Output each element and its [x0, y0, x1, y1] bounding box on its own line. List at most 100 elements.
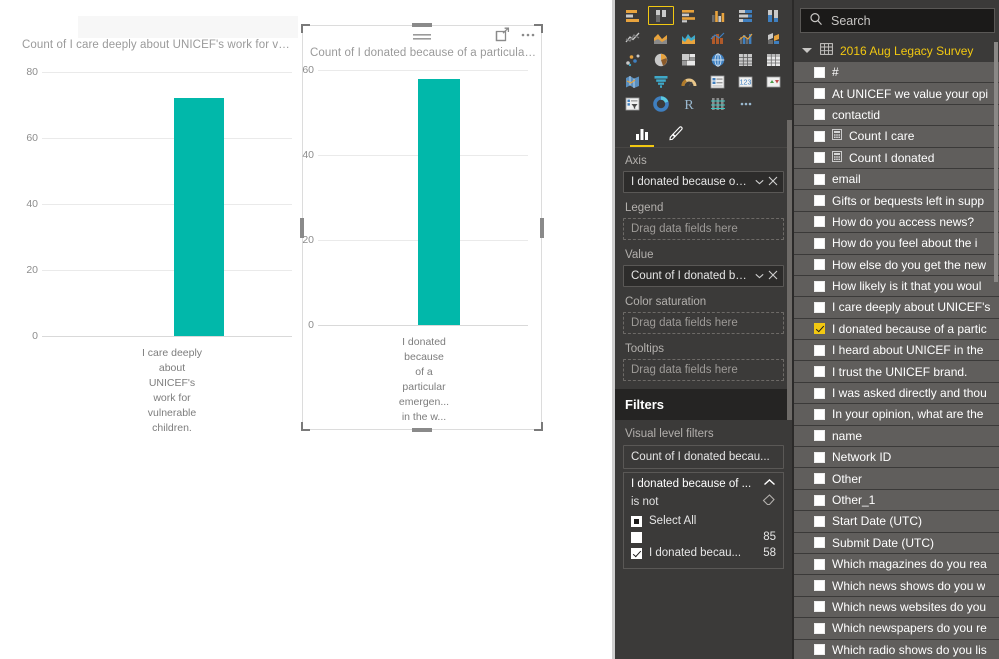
field-checkbox[interactable] [814, 601, 825, 613]
well-value[interactable]: Count of I donated be... [623, 265, 784, 287]
visual-filter-icon[interactable] [410, 28, 434, 46]
field-checkbox[interactable] [814, 152, 825, 164]
field-checkbox[interactable] [814, 216, 825, 228]
tab-format[interactable] [659, 120, 693, 147]
field-row[interactable]: Count I donated [794, 147, 999, 168]
filter-value-row[interactable]: 85 [631, 529, 776, 545]
field-row[interactable]: How else do you get the new [794, 254, 999, 275]
field-wells[interactable]: Axis I donated because of ... Legend Drag d… [615, 148, 792, 385]
remove-field-icon[interactable] [766, 176, 779, 189]
field-checkbox[interactable] [814, 366, 825, 378]
focus-mode-icon[interactable] [495, 27, 510, 47]
field-checkbox[interactable] [814, 537, 825, 549]
funnel-icon[interactable] [648, 72, 673, 91]
card-icon[interactable]: 123 [733, 72, 758, 91]
field-row[interactable]: Which radio shows do you lis [794, 639, 999, 659]
chevron-down-icon[interactable] [753, 271, 766, 282]
visual-count-i-donated[interactable]: Count of I donated because of a particul… [300, 23, 544, 432]
area-chart-icon[interactable] [648, 28, 673, 47]
field-checkbox[interactable] [814, 430, 825, 442]
field-checkbox[interactable] [814, 130, 825, 142]
hundred-percent-stacked-column-chart-icon[interactable] [762, 6, 787, 25]
field-row[interactable]: I donated because of a partic [794, 318, 999, 340]
field-row[interactable]: In your opinion, what are the [794, 404, 999, 425]
tab-fields[interactable] [625, 120, 659, 147]
multi-row-card-icon[interactable] [705, 72, 730, 91]
field-row[interactable]: Gifts or bequests left in supp [794, 190, 999, 211]
hundred-percent-stacked-bar-chart-icon[interactable] [733, 6, 758, 25]
filter-card-count-of-i-donated[interactable]: Count of I donated becau... [623, 445, 784, 469]
resize-handle-right[interactable] [540, 217, 544, 238]
pie-chart-icon[interactable] [648, 50, 673, 69]
field-row[interactable]: How do you access news? [794, 211, 999, 233]
field-checkbox[interactable] [814, 473, 825, 485]
resize-handle-bottom[interactable] [412, 428, 432, 432]
field-row[interactable]: Which news websites do you [794, 596, 999, 618]
line-and-stacked-column-chart-icon[interactable] [705, 28, 730, 47]
well-color-saturation[interactable]: Drag data fields here [623, 312, 784, 334]
field-row[interactable]: I care deeply about UNICEF's [794, 297, 999, 318]
field-row[interactable]: How likely is it that you woul [794, 275, 999, 297]
stacked-bar-chart-icon[interactable] [620, 6, 645, 25]
field-checkbox[interactable] [814, 451, 825, 463]
field-checkbox[interactable] [814, 644, 825, 656]
more-options-ellipsis-icon[interactable] [520, 28, 536, 47]
field-checkbox[interactable] [814, 323, 825, 335]
visualizations-pane-tabs[interactable] [615, 117, 792, 148]
matrix-icon[interactable] [762, 50, 787, 69]
field-checkbox[interactable] [814, 195, 825, 207]
field-row[interactable]: Which newspapers do you re [794, 618, 999, 639]
field-checkbox[interactable] [814, 88, 825, 100]
field-row[interactable]: Which news shows do you w [794, 575, 999, 596]
visualization-type-gallery[interactable]: 123 R [615, 0, 792, 117]
field-row[interactable]: I was asked directly and thou [794, 382, 999, 404]
eraser-clear-filter-icon[interactable] [762, 494, 776, 509]
fields-pane-scrollbar[interactable] [993, 42, 999, 659]
expanded-triangle-icon[interactable] [802, 48, 812, 53]
resize-handle-top-left[interactable] [301, 24, 310, 33]
filled-map-icon[interactable] [620, 72, 645, 91]
field-row[interactable]: I trust the UNICEF brand. [794, 361, 999, 382]
bar-chart-care[interactable] [174, 98, 224, 336]
filter-checkbox[interactable] [631, 547, 642, 559]
gauge-icon[interactable] [677, 72, 702, 91]
more-visuals-ellipsis-icon[interactable] [733, 94, 758, 113]
treemap-icon[interactable] [677, 50, 702, 69]
python-visual-icon[interactable] [705, 94, 730, 113]
field-row[interactable]: email [794, 168, 999, 190]
field-row[interactable]: Count I care [794, 126, 999, 147]
field-checkbox[interactable] [814, 408, 825, 420]
field-checkbox[interactable] [814, 259, 825, 271]
ribbon-chart-icon[interactable] [762, 28, 787, 47]
field-row[interactable]: Other_1 [794, 489, 999, 511]
field-row[interactable]: Submit Date (UTC) [794, 532, 999, 553]
filter-group-i-donated[interactable]: I donated because of ... is not Select A… [623, 472, 784, 569]
field-checkbox[interactable] [814, 515, 825, 527]
clustered-bar-chart-icon[interactable] [677, 6, 702, 25]
field-checkbox[interactable] [814, 109, 825, 121]
bar-chart-donated[interactable] [418, 78, 460, 325]
visual-toolbar[interactable] [495, 27, 536, 47]
map-icon[interactable] [705, 50, 730, 69]
field-checkbox[interactable] [814, 344, 825, 356]
well-legend[interactable]: Drag data fields here [623, 218, 784, 240]
field-checkbox[interactable] [814, 237, 825, 249]
filter-value-list[interactable]: Select All 85 I donated becau... 58 [631, 513, 776, 561]
well-tooltips[interactable]: Drag data fields here [623, 359, 784, 381]
filter-checkbox[interactable] [631, 531, 642, 543]
search-input[interactable]: Search [800, 8, 995, 33]
resize-handle-bottom-right[interactable] [534, 422, 543, 431]
kpi-icon[interactable] [762, 72, 787, 91]
field-row[interactable]: contactid [794, 104, 999, 126]
field-row[interactable]: name [794, 425, 999, 447]
field-checkbox[interactable] [814, 494, 825, 506]
filter-group-title-row[interactable]: I donated because of ... [631, 478, 776, 493]
resize-handle-bottom-left[interactable] [301, 422, 310, 431]
filter-checkbox[interactable] [631, 515, 642, 527]
field-row[interactable]: How do you feel about the i [794, 233, 999, 254]
field-checkbox[interactable] [814, 280, 825, 292]
field-checkbox[interactable] [814, 558, 825, 570]
slicer-icon[interactable] [620, 94, 645, 113]
fields-table-2016-aug-legacy-survey[interactable]: 2016 Aug Legacy Survey [794, 39, 999, 62]
field-row[interactable]: Network ID [794, 447, 999, 468]
